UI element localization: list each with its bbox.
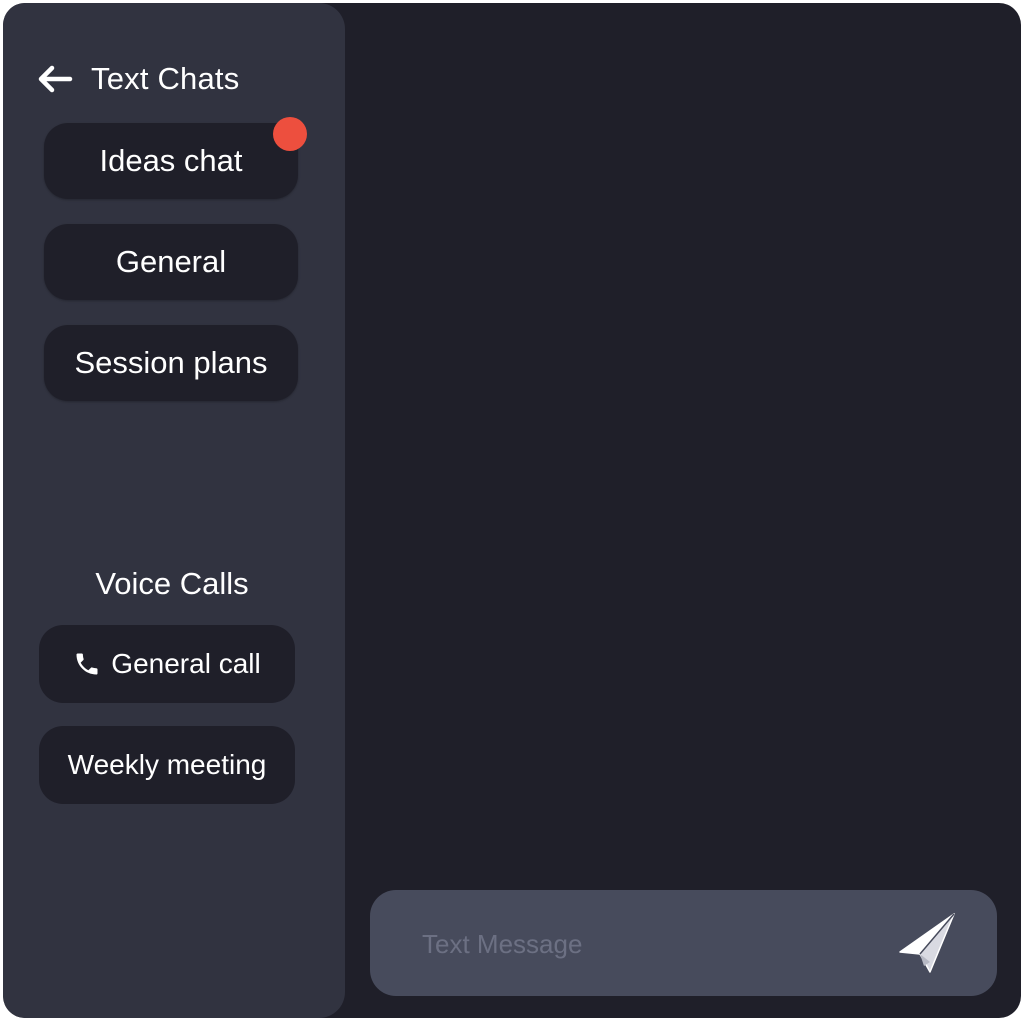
sidebar-header: Text Chats — [35, 57, 239, 101]
channel-label: Session plans — [74, 345, 268, 380]
message-input[interactable] — [420, 918, 864, 970]
app-window: Text Chats Ideas chat General Session pl… — [3, 3, 1021, 1018]
paper-plane-icon — [899, 913, 955, 973]
channel-label: General — [115, 244, 227, 279]
channel-label: Ideas chat — [99, 143, 243, 178]
unread-badge — [273, 117, 307, 151]
call-label: General call — [111, 648, 261, 679]
channel-sidebar: Text Chats Ideas chat General Session pl… — [3, 3, 345, 1018]
call-label: Weekly meeting — [67, 749, 267, 780]
message-composer — [370, 890, 997, 996]
voice-calls-heading: Voice Calls — [95, 566, 249, 601]
channel-general[interactable]: General — [44, 224, 298, 300]
phone-icon — [73, 650, 101, 678]
send-button[interactable] — [896, 912, 960, 976]
call-weekly-meeting[interactable]: Weekly meeting — [39, 726, 295, 804]
call-general[interactable]: General call — [39, 625, 295, 703]
sidebar-title: Text Chats — [91, 61, 240, 96]
back-button[interactable] — [35, 59, 75, 99]
channel-ideas-chat[interactable]: Ideas chat — [44, 117, 307, 199]
arrow-left-icon — [38, 65, 73, 93]
channel-session-plans[interactable]: Session plans — [44, 325, 298, 401]
